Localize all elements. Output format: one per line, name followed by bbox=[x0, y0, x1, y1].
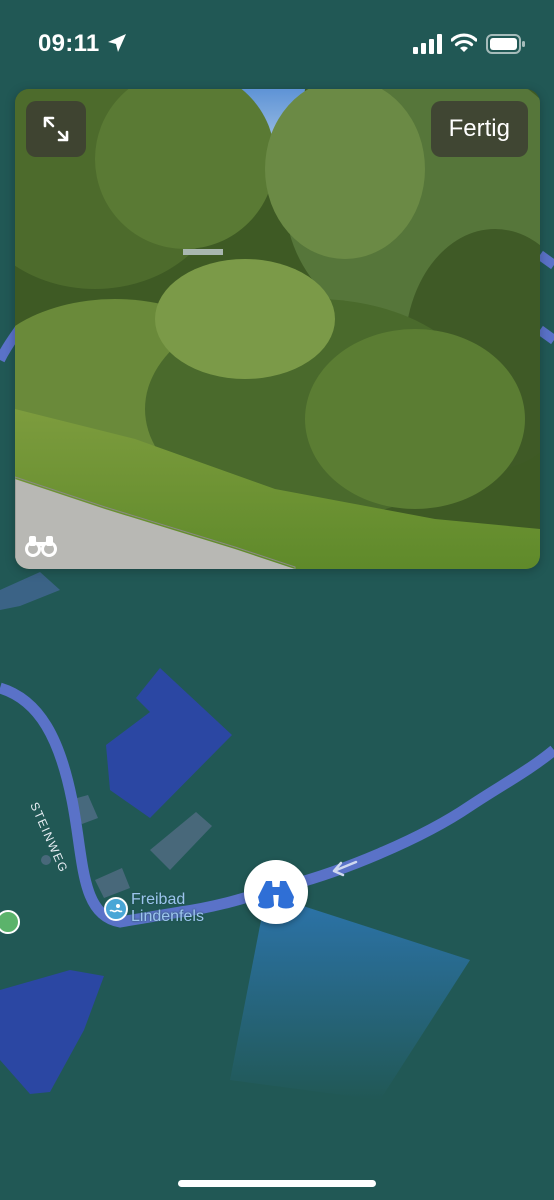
status-bar: 09:11 bbox=[0, 0, 554, 88]
building-small bbox=[150, 812, 212, 870]
expand-arrows-icon bbox=[43, 116, 69, 142]
look-around-preview[interactable]: Fertig bbox=[15, 89, 540, 569]
building-small bbox=[0, 572, 60, 610]
binoculars-icon bbox=[258, 881, 294, 909]
building-area bbox=[106, 668, 232, 818]
done-button[interactable]: Fertig bbox=[430, 101, 528, 157]
poi-name-line2: Lindenfels bbox=[131, 908, 204, 925]
status-time: 09:11 bbox=[38, 30, 100, 57]
building-area bbox=[0, 970, 104, 1094]
street-view-photo bbox=[15, 89, 540, 569]
road bbox=[537, 250, 554, 270]
poi-label: Freibad Lindenfels bbox=[131, 891, 204, 925]
wifi-icon bbox=[451, 33, 477, 52]
cellular-signal-icon bbox=[413, 34, 442, 54]
building-small bbox=[95, 868, 130, 898]
binoculars-icon bbox=[25, 536, 57, 557]
swimming-pool-icon bbox=[104, 897, 128, 921]
home-indicator[interactable] bbox=[178, 1180, 376, 1187]
location-arrow-icon bbox=[108, 34, 126, 52]
expand-button[interactable] bbox=[26, 101, 86, 157]
look-around-position-marker[interactable] bbox=[244, 860, 308, 924]
road bbox=[537, 325, 554, 345]
poi-name-line1: Freibad bbox=[131, 891, 186, 908]
view-cone bbox=[230, 905, 470, 1100]
battery-icon bbox=[486, 34, 525, 54]
